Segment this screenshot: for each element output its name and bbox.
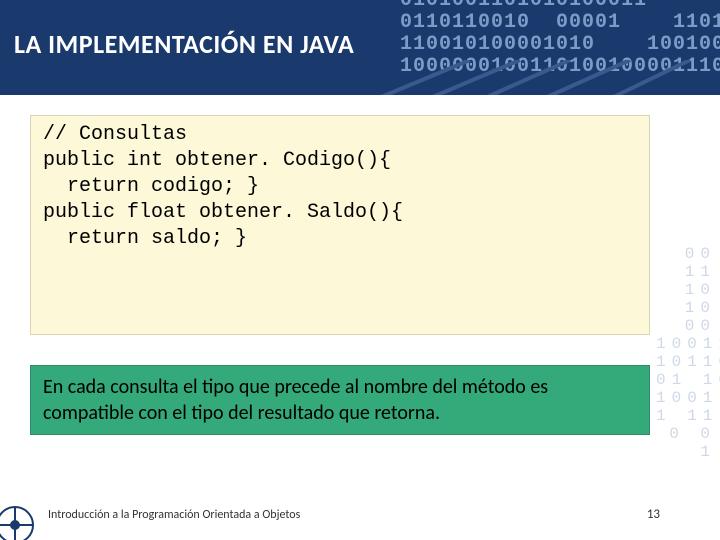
footer-text: Introducción a la Programación Orientada…	[48, 508, 300, 522]
page-number: 13	[647, 507, 660, 522]
side-binary-decor: 00 11 10 10 00 10011 10110 01 10 1001 1 …	[656, 245, 716, 461]
slide: 0101001101010100011 0110110010 00001 110…	[0, 0, 720, 540]
header-bar: 0101001101010100011 0110110010 00001 110…	[0, 0, 720, 95]
explanation-note: En cada consulta el tipo que precede al …	[30, 365, 650, 435]
code-block: // Consultas public int obtener. Codigo(…	[30, 115, 650, 335]
slide-title: LA IMPLEMENTACIÓN EN JAVA	[14, 28, 354, 60]
corner-circuit-icon	[0, 502, 38, 540]
binary-background: 0101001101010100011 0110110010 00001 110…	[400, 0, 720, 78]
